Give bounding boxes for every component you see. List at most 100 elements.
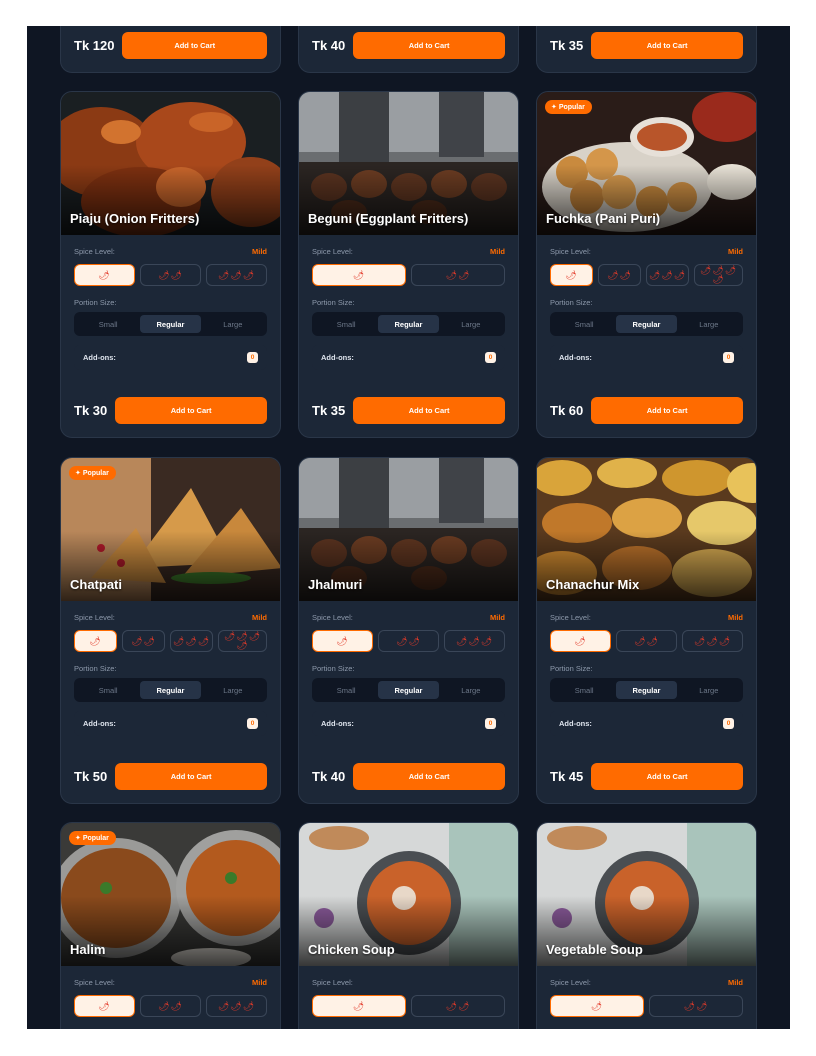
portion-regular[interactable]: Regular bbox=[378, 681, 439, 699]
spice-option[interactable]: 🌶 bbox=[312, 995, 406, 1017]
portion-large[interactable]: Large bbox=[679, 315, 739, 333]
addons-toggle[interactable]: Add-ons: 0 bbox=[312, 345, 505, 370]
addons-label: Add-ons: bbox=[321, 719, 354, 728]
add-to-cart-button[interactable]: Add to Cart bbox=[115, 763, 267, 790]
portion-selector: Small Regular Large bbox=[550, 312, 743, 336]
spice-option[interactable]: 🌶🌶 bbox=[598, 264, 641, 286]
portion-selector: Small Regular Large bbox=[312, 312, 505, 336]
food-photo: ✦ Popular Fuchka (Pani Puri) bbox=[537, 92, 756, 235]
spice-option[interactable]: 🌶 bbox=[74, 264, 135, 286]
portion-large[interactable]: Large bbox=[441, 681, 501, 699]
spice-option[interactable]: 🌶 bbox=[312, 264, 406, 286]
addons-toggle[interactable]: Add-ons: 0 bbox=[550, 345, 743, 370]
spice-option[interactable]: 🌶🌶🌶 bbox=[206, 264, 267, 286]
item-name: Beguni (Eggplant Fritters) bbox=[308, 211, 469, 226]
price: Tk 40 bbox=[312, 769, 346, 784]
popular-badge: ✦ Popular bbox=[545, 100, 592, 114]
spice-option[interactable]: 🌶🌶🌶 bbox=[682, 630, 743, 652]
spice-option[interactable]: 🌶🌶 bbox=[411, 264, 505, 286]
add-to-cart-button[interactable]: Add to Cart bbox=[353, 397, 505, 424]
item-name: Chicken Soup bbox=[308, 942, 395, 957]
spice-option[interactable]: 🌶🌶 bbox=[616, 630, 677, 652]
spice-option[interactable]: 🌶🌶🌶 bbox=[444, 630, 505, 652]
spice-selected: Mild bbox=[252, 246, 267, 256]
portion-large[interactable]: Large bbox=[203, 681, 263, 699]
add-to-cart-button[interactable]: Add to Cart bbox=[591, 763, 743, 790]
addons-toggle[interactable]: Add-ons: 0 bbox=[550, 711, 743, 736]
add-to-cart-button[interactable]: Add to Cart bbox=[591, 397, 743, 424]
portion-selector: Small Regular Large bbox=[74, 678, 267, 702]
spice-option[interactable]: 🌶🌶🌶 bbox=[170, 630, 213, 652]
addons-label: Add-ons: bbox=[559, 353, 592, 362]
spice-selector: 🌶 🌶🌶 bbox=[312, 264, 505, 287]
menu-card-fuchka: ✦ Popular Fuchka (Pani Puri) Spice Level… bbox=[536, 91, 757, 438]
food-photo: Vegetable Soup bbox=[537, 823, 756, 966]
spice-selected: Mild bbox=[252, 612, 267, 622]
spice-option[interactable]: 🌶🌶 bbox=[140, 995, 201, 1017]
portion-large[interactable]: Large bbox=[203, 315, 263, 333]
portion-small[interactable]: Small bbox=[554, 315, 614, 333]
portion-regular[interactable]: Regular bbox=[140, 681, 201, 699]
spice-selector: 🌶 🌶🌶 🌶🌶🌶 bbox=[74, 995, 267, 1018]
spice-option[interactable]: 🌶🌶🌶 bbox=[646, 264, 689, 286]
addons-label: Add-ons: bbox=[83, 719, 116, 728]
addons-toggle[interactable]: Add-ons: 0 bbox=[312, 711, 505, 736]
add-to-cart-button[interactable]: Add to Cart bbox=[591, 32, 743, 59]
addons-count: 0 bbox=[247, 718, 258, 729]
popular-label: Popular bbox=[82, 470, 109, 477]
menu-card-beguni: Beguni (Eggplant Fritters) Spice Level: M… bbox=[298, 91, 519, 438]
price: Tk 45 bbox=[550, 769, 584, 784]
portion-large[interactable]: Large bbox=[441, 315, 501, 333]
spice-option[interactable]: 🌶🌶 bbox=[122, 630, 165, 652]
food-photo: Chanachur Mix bbox=[537, 458, 756, 601]
spice-selector: 🌶 🌶🌶 🌶🌶🌶 🌶🌶🌶🌶 bbox=[550, 264, 743, 287]
portion-large[interactable]: Large bbox=[679, 681, 739, 699]
menu-card-jhalmuri: Jhalmuri Spice Level: Mild 🌶 🌶🌶 🌶🌶🌶 Porti… bbox=[298, 457, 519, 804]
spice-selector: 🌶 🌶🌶 bbox=[312, 995, 505, 1018]
portion-regular[interactable]: Regular bbox=[616, 681, 677, 699]
add-to-cart-button[interactable]: Add to Cart bbox=[122, 32, 267, 59]
portion-regular[interactable]: Regular bbox=[616, 315, 677, 333]
portion-size-label: Portion Size: bbox=[312, 663, 355, 673]
spice-option[interactable]: 🌶🌶🌶 bbox=[206, 995, 267, 1017]
spice-option[interactable]: 🌶🌶 bbox=[378, 630, 439, 652]
price: Tk 40 bbox=[312, 38, 346, 53]
food-photo: Chicken Soup bbox=[299, 823, 518, 966]
spice-option[interactable]: 🌶 bbox=[74, 630, 117, 652]
spice-option[interactable]: 🌶 bbox=[312, 630, 373, 652]
spice-option[interactable]: 🌶🌶 bbox=[649, 995, 743, 1017]
food-photo: Piaju (Onion Fritters) bbox=[61, 92, 280, 235]
spice-option[interactable]: 🌶 bbox=[550, 995, 644, 1017]
portion-small[interactable]: Small bbox=[554, 681, 614, 699]
food-photo: Jhalmuri bbox=[299, 458, 518, 601]
food-photo: Beguni (Eggplant Fritters) bbox=[299, 92, 518, 235]
portion-small[interactable]: Small bbox=[78, 681, 138, 699]
food-photo: ✦ Popular Chatpati bbox=[61, 458, 280, 601]
portion-small[interactable]: Small bbox=[78, 315, 138, 333]
spice-option[interactable]: 🌶 bbox=[550, 264, 593, 286]
addons-toggle[interactable]: Add-ons: 0 bbox=[74, 345, 267, 370]
item-name: Halim bbox=[70, 942, 106, 957]
spice-option[interactable]: 🌶 bbox=[550, 630, 611, 652]
spice-option[interactable]: 🌶🌶🌶🌶 bbox=[694, 264, 743, 286]
portion-regular[interactable]: Regular bbox=[140, 315, 201, 333]
spice-option[interactable]: 🌶🌶 bbox=[140, 264, 201, 286]
price: Tk 30 bbox=[74, 403, 108, 418]
addons-toggle[interactable]: Add-ons: 0 bbox=[74, 711, 267, 736]
spice-option[interactable]: 🌶 bbox=[74, 995, 135, 1017]
portion-regular[interactable]: Regular bbox=[378, 315, 439, 333]
portion-small[interactable]: Small bbox=[316, 315, 376, 333]
add-to-cart-button[interactable]: Add to Cart bbox=[353, 32, 505, 59]
add-to-cart-button[interactable]: Add to Cart bbox=[353, 763, 505, 790]
popular-badge: ✦ Popular bbox=[69, 831, 116, 845]
addons-count: 0 bbox=[485, 718, 496, 729]
food-photo: ✦ Popular Halim bbox=[61, 823, 280, 966]
menu-card-vegetable-soup: Vegetable Soup Spice Level: Mild 🌶 🌶🌶 bbox=[536, 822, 757, 1029]
spice-selected: Mild bbox=[728, 246, 743, 256]
spice-selector: 🌶 🌶🌶 🌶🌶🌶 bbox=[74, 264, 267, 287]
spice-option[interactable]: 🌶🌶 bbox=[411, 995, 505, 1017]
add-to-cart-button[interactable]: Add to Cart bbox=[115, 397, 267, 424]
spice-option[interactable]: 🌶🌶🌶🌶 bbox=[218, 630, 267, 652]
portion-small[interactable]: Small bbox=[316, 681, 376, 699]
addons-count: 0 bbox=[485, 352, 496, 363]
